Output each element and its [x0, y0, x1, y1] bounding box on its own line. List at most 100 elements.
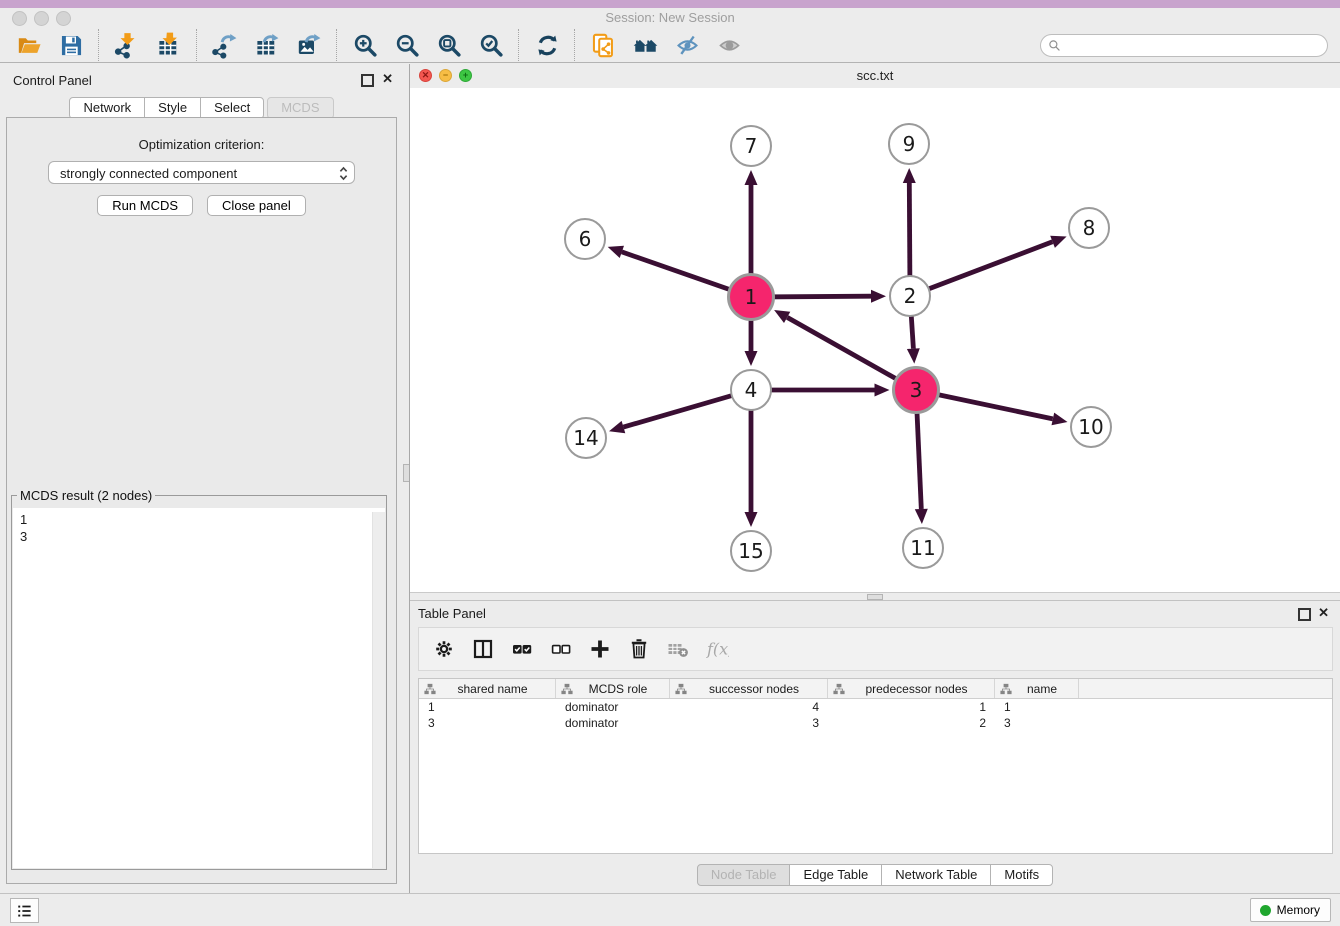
save-session-button[interactable] [50, 30, 92, 61]
graph-node-15[interactable]: 15 [731, 531, 771, 571]
graph-edge-3-1[interactable] [774, 310, 916, 390]
table-cell[interactable]: 3 [995, 715, 1079, 731]
search-input[interactable] [1061, 38, 1327, 53]
table-cell[interactable]: 1 [828, 699, 995, 715]
table-header: shared nameMCDS rolesuccessor nodesprede… [419, 679, 1332, 699]
columns-button[interactable] [471, 637, 495, 661]
table-settings-button[interactable] [432, 637, 456, 661]
search-box[interactable] [1040, 34, 1328, 57]
svg-text:7: 7 [745, 134, 758, 158]
open-session-icon [16, 32, 43, 59]
tab-node-table[interactable]: Node Table [697, 864, 791, 886]
select-all-button[interactable] [510, 637, 534, 661]
tab-network-table[interactable]: Network Table [881, 864, 991, 886]
graph-node-1[interactable]: 1 [729, 275, 774, 320]
graph-node-14[interactable]: 14 [566, 418, 606, 458]
zoom-in-button[interactable] [344, 30, 386, 61]
horizontal-splitter[interactable] [410, 592, 1340, 601]
table-panel-title: Table Panel [418, 606, 486, 621]
attribute-type-icon [833, 683, 845, 695]
tab-mcds[interactable]: MCDS [267, 97, 333, 119]
export-table-button[interactable] [246, 30, 288, 61]
run-mcds-button[interactable]: Run MCDS [97, 195, 193, 216]
home-icon [632, 32, 659, 59]
table-panel: Table Panel ✕ f(x) shared nameMCDS roles… [410, 601, 1340, 893]
show-panel-icon [716, 32, 743, 59]
export-network-button[interactable] [204, 30, 246, 61]
import-network-button[interactable] [106, 30, 148, 61]
graph-node-7[interactable]: 7 [731, 126, 771, 166]
graph-node-2[interactable]: 2 [890, 276, 930, 316]
column-header-name[interactable]: name [995, 679, 1079, 698]
svg-text:1: 1 [745, 285, 758, 309]
main-toolbar [0, 28, 1340, 63]
table-cell[interactable]: dominator [556, 715, 670, 731]
column-header-filler [1079, 679, 1332, 698]
zoom-selected-button[interactable] [470, 30, 512, 61]
graph-node-4[interactable]: 4 [731, 370, 771, 410]
table-cell[interactable]: 3 [670, 715, 828, 731]
float-panel-icon[interactable] [361, 74, 374, 87]
toolbar-separator [336, 29, 338, 61]
table-row[interactable]: 3dominator323 [419, 715, 1332, 731]
table-cell[interactable]: 2 [828, 715, 995, 731]
table-body: 1dominator4113dominator323 [419, 699, 1332, 731]
zoom-out-button[interactable] [386, 30, 428, 61]
tab-select[interactable]: Select [200, 97, 264, 119]
show-task-history-button[interactable] [10, 898, 39, 923]
table-cell[interactable]: 1 [995, 699, 1079, 715]
import-table-button[interactable] [148, 30, 190, 61]
mcds-result-box[interactable]: 13 [13, 508, 385, 868]
column-header-shared-name[interactable]: shared name [419, 679, 556, 698]
hide-panel-button[interactable] [666, 30, 708, 61]
home-button[interactable] [624, 30, 666, 61]
table-cell[interactable]: dominator [556, 699, 670, 715]
copy-network-button[interactable] [582, 30, 624, 61]
graph-node-11[interactable]: 11 [903, 528, 943, 568]
graph-node-3[interactable]: 3 [894, 368, 939, 413]
graph-node-6[interactable]: 6 [565, 219, 605, 259]
network-window-titlebar[interactable]: ✕ − + scc.txt [410, 64, 1340, 89]
table-row[interactable]: 1dominator411 [419, 699, 1332, 715]
graph-node-9[interactable]: 9 [889, 124, 929, 164]
float-panel-icon[interactable] [1298, 608, 1311, 621]
memory-label: Memory [1277, 903, 1320, 917]
export-network-icon [212, 32, 239, 59]
column-header-MCDS-role[interactable]: MCDS role [556, 679, 670, 698]
show-panel-button[interactable] [708, 30, 750, 61]
graph-node-10[interactable]: 10 [1071, 407, 1111, 447]
graph-edge-2-8[interactable] [910, 236, 1067, 296]
criterion-dropdown[interactable]: strongly connected component [48, 161, 355, 184]
tab-motifs[interactable]: Motifs [990, 864, 1053, 886]
graph-edge-4-14[interactable] [609, 390, 751, 433]
zoom-fit-button[interactable] [428, 30, 470, 61]
refresh-button[interactable] [526, 30, 568, 61]
memory-button[interactable]: Memory [1250, 898, 1331, 922]
export-image-button[interactable] [288, 30, 330, 61]
delete-row-button[interactable] [627, 637, 651, 661]
add-row-button[interactable] [588, 637, 612, 661]
deselect-all-button[interactable] [549, 637, 573, 661]
table-cell[interactable]: 3 [419, 715, 556, 731]
mcds-result-title: MCDS result (2 nodes) [17, 488, 155, 503]
tab-network[interactable]: Network [69, 97, 145, 119]
zoom-fit-icon [436, 32, 463, 59]
tab-edge-table[interactable]: Edge Table [789, 864, 882, 886]
zoom-in-icon [352, 32, 379, 59]
network-canvas[interactable]: 1 2 3 4 6 7 8 9 10 11 14 15 [410, 88, 1340, 592]
graph-node-8[interactable]: 8 [1069, 208, 1109, 248]
control-panel-tabs: NetworkStyleSelectMCDS [0, 97, 403, 119]
close-panel-icon[interactable]: ✕ [1318, 605, 1329, 620]
close-panel-icon[interactable]: ✕ [382, 71, 393, 86]
hide-panel-icon [674, 32, 701, 59]
result-scrollbar[interactable] [372, 512, 385, 868]
column-header-predecessor-nodes[interactable]: predecessor nodes [828, 679, 995, 698]
table-cell[interactable]: 4 [670, 699, 828, 715]
column-header-successor-nodes[interactable]: successor nodes [670, 679, 828, 698]
splitter-handle[interactable] [867, 594, 883, 600]
tab-style[interactable]: Style [144, 97, 201, 119]
table-cell[interactable]: 1 [419, 699, 556, 715]
close-panel-button[interactable]: Close panel [207, 195, 306, 216]
select-all-icon [510, 637, 534, 661]
open-session-button[interactable] [8, 30, 50, 61]
